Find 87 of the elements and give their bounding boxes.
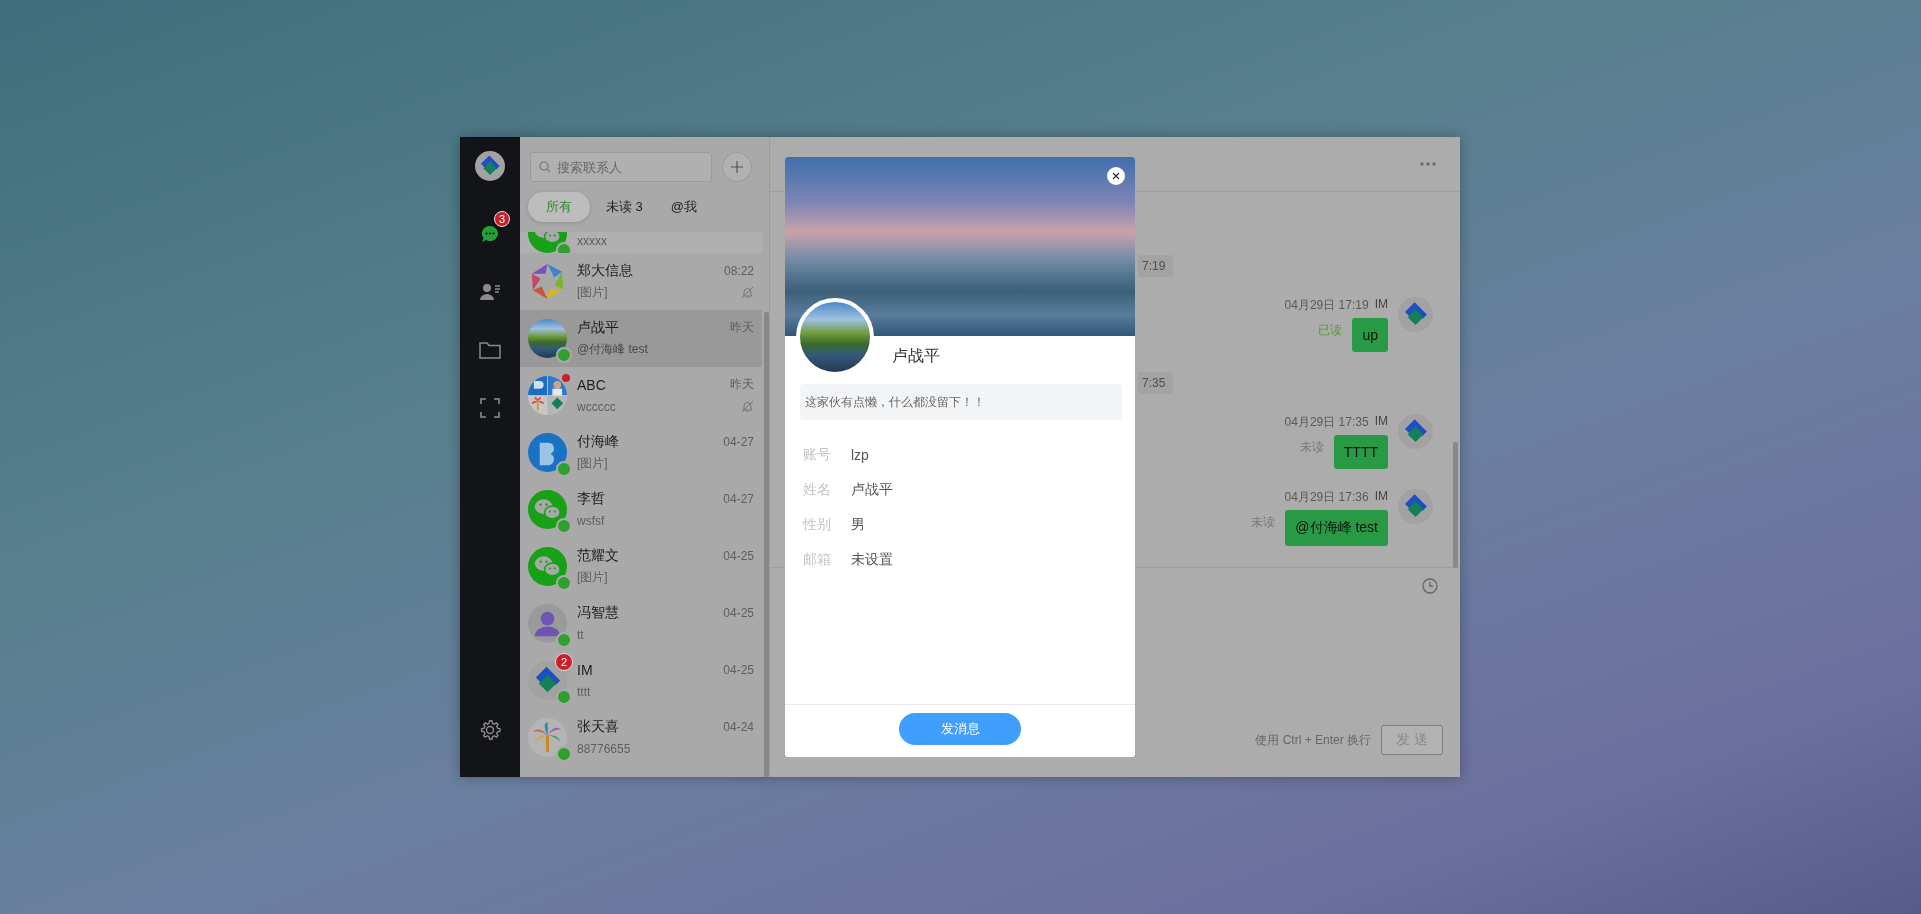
- unread-badge: 3: [494, 211, 510, 227]
- contact-name: 郑大信息: [577, 261, 633, 280]
- chat-bubbles-avatar: [528, 547, 567, 586]
- contact-name: 张天喜: [577, 717, 619, 736]
- message-timestamp: 04月29日 17:35: [1284, 414, 1369, 431]
- field-value: 卢战平: [851, 481, 893, 499]
- muted-bell-icon: [741, 286, 754, 299]
- scan-icon[interactable]: [480, 398, 500, 418]
- field-value: 未设置: [851, 551, 893, 569]
- group-avatar-drawing: [528, 376, 567, 415]
- settings-icon[interactable]: [479, 719, 501, 741]
- logo-avatar: [475, 151, 505, 181]
- message-preview: wccccc: [577, 399, 616, 414]
- message-timestamp: 04月29日 17:36: [1284, 489, 1369, 506]
- message-preview: 88776655: [577, 741, 631, 756]
- message-time: 昨天: [730, 376, 754, 393]
- folder-icon[interactable]: [479, 341, 501, 359]
- message-preview: tt: [577, 627, 584, 642]
- filter-tab[interactable]: @我: [658, 192, 710, 222]
- photo-placeholder: [528, 319, 567, 358]
- plus-icon: [731, 161, 743, 173]
- conversation-item[interactable]: 郑大信息 08:22 [图片]: [520, 253, 762, 310]
- message-bubble: TTTT: [1333, 435, 1388, 469]
- contacts-icon[interactable]: [480, 283, 500, 301]
- logo-avatar: [1398, 489, 1433, 524]
- message-preview: [图片]: [577, 569, 608, 586]
- scrollbar[interactable]: [1453, 442, 1458, 568]
- message-bubble: up: [1352, 318, 1388, 352]
- field-value: 男: [851, 516, 865, 534]
- person-avatar: [528, 604, 567, 643]
- sender-name: IM: [1374, 489, 1388, 505]
- contact-name: 范耀文: [577, 546, 619, 565]
- signature-text: 这家伙有点懒，什么都没留下！！: [800, 384, 1122, 420]
- contact-name: 卢战平: [577, 318, 619, 337]
- muted-bell-icon: [741, 400, 754, 413]
- message-preview: tttt: [577, 684, 591, 699]
- sender-name: IM: [1374, 414, 1388, 430]
- letter-avatar: [528, 433, 567, 472]
- filter-tab[interactable]: 未读 3: [594, 192, 655, 222]
- field-value: lzp: [851, 447, 869, 463]
- conversation-item[interactable]: 冯智慧 04-25 tt: [520, 595, 762, 652]
- search-icon: [539, 161, 551, 173]
- conversation-item[interactable]: ABC 昨天 wccccc: [520, 367, 762, 424]
- message-preview: [图片]: [577, 455, 608, 472]
- profile-name: 卢战平: [891, 346, 941, 366]
- message-time: 04-25: [723, 605, 754, 620]
- conversation-item[interactable]: 李哲 04-27 wsfsf: [520, 481, 762, 538]
- field-label: 性别: [803, 516, 831, 534]
- message-preview: wsfsf: [577, 513, 605, 528]
- logo-avatar: [1398, 414, 1433, 449]
- contact-name: ABC: [577, 376, 606, 393]
- logo-avatar: [1398, 297, 1433, 332]
- message-time: 04-27: [723, 491, 754, 506]
- contact-name: 李哲: [577, 489, 605, 508]
- read-status: 已读: [1318, 322, 1343, 339]
- chat-icon[interactable]: [480, 224, 500, 244]
- message-time: 04-25: [723, 662, 754, 677]
- palm-tree-avatar: [528, 718, 567, 757]
- contact-name: IM: [577, 661, 593, 678]
- shortcut-hint: 使用 Ctrl + Enter 换行: [1255, 731, 1371, 749]
- message-time: 04-27: [723, 434, 754, 449]
- close-button[interactable]: [1107, 167, 1125, 185]
- field-label: 邮箱: [803, 551, 831, 569]
- conversation-item[interactable]: 范耀文 04-25 [图片]: [520, 538, 762, 595]
- sender-name: IM: [1374, 297, 1388, 313]
- close-icon: [1112, 172, 1120, 180]
- conversation-item[interactable]: 付海峰 04-27 [图片]: [520, 424, 762, 481]
- message-time: 08:22: [723, 263, 754, 278]
- chat-bubbles-avatar: [528, 490, 567, 529]
- more-icon[interactable]: [1420, 162, 1436, 166]
- scrollbar[interactable]: [764, 312, 769, 777]
- contact-name: 付海峰: [577, 432, 619, 451]
- message-bubble: @付海峰 test: [1285, 510, 1388, 546]
- field-label: 账号: [803, 446, 831, 464]
- contact-name: 冯智慧: [577, 603, 619, 622]
- unread-badge: 2: [555, 653, 573, 671]
- message-preview: [图片]: [577, 284, 608, 301]
- conversation-item[interactable]: 张天喜 04-24 88776655: [520, 709, 762, 766]
- clock-icon[interactable]: [1422, 578, 1438, 594]
- message-timestamp: 04月29日 17:19: [1284, 297, 1369, 314]
- field-label: 姓名: [803, 481, 831, 499]
- message-time: 04-25: [723, 548, 754, 563]
- message-preview: @付海峰 test: [577, 341, 648, 358]
- search-field[interactable]: 搜索联系人: [530, 152, 712, 182]
- conversation-item[interactable]: 2 IM 04-25 tttt: [520, 652, 762, 709]
- message-preview: xxxxx: [577, 234, 607, 248]
- message-time: 04-24: [723, 719, 754, 734]
